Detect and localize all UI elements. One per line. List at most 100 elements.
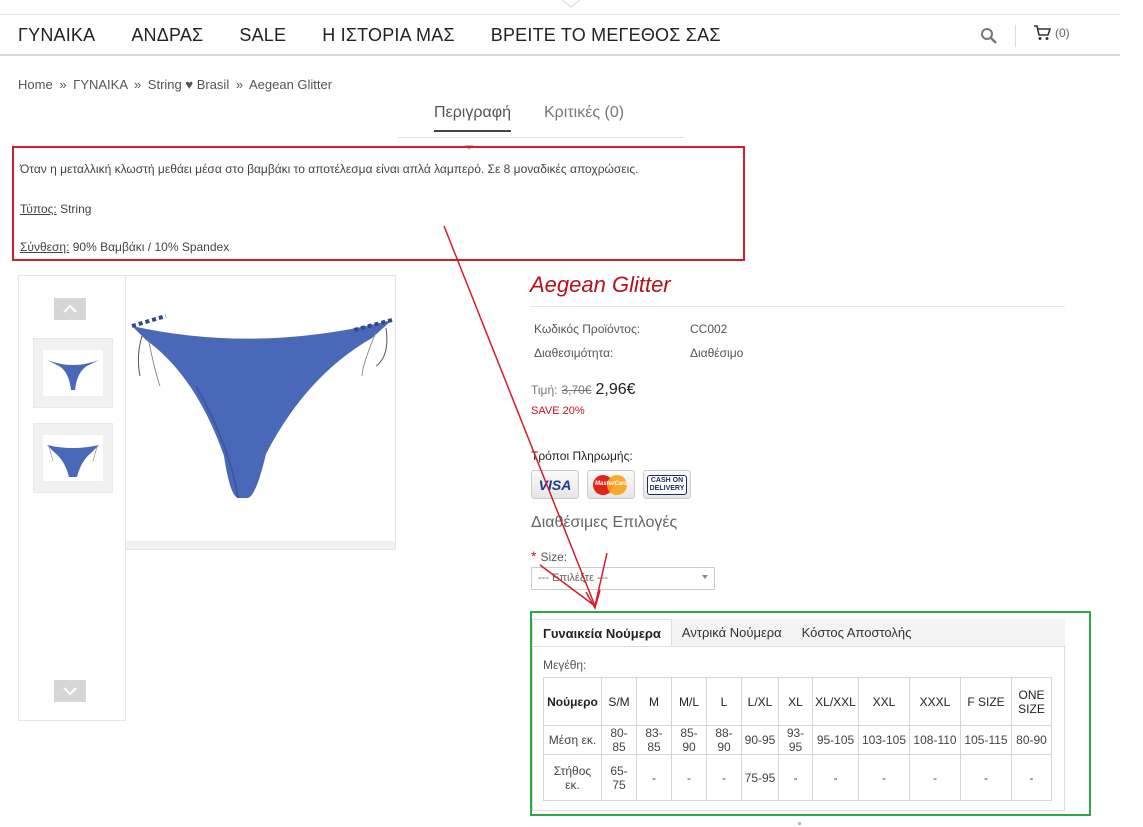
- table-header: L: [706, 677, 742, 726]
- table-cell: Μέση εκ.: [543, 725, 602, 755]
- chevron-up-icon: [63, 305, 77, 313]
- chevron-down-icon: [702, 575, 708, 579]
- table-cell: 80-90: [1011, 725, 1052, 755]
- scroll-dot: [798, 822, 801, 825]
- breadcrumb: Home » ΓΥΝΑΙΚΑ » String ♥ Brasil » Aegea…: [18, 77, 332, 92]
- price-new: 2,96€: [595, 381, 636, 398]
- table-cell: 65-75: [601, 754, 637, 801]
- table-cell: -: [778, 754, 813, 801]
- product-type: Τύπος: String: [20, 202, 91, 216]
- discount-badge: SAVE 20%: [531, 405, 585, 417]
- mastercard-icon: MasterCard: [587, 470, 635, 499]
- table-header: XXL: [858, 677, 910, 726]
- tab-shipping-cost[interactable]: Κόστος Αποστολής: [792, 619, 922, 646]
- required-marker: *: [531, 548, 537, 564]
- available-options-title: Διαθέσιμες Επιλογές: [531, 514, 678, 531]
- table-header: XXXL: [909, 677, 961, 726]
- table-header: ONE SIZE: [1011, 677, 1052, 726]
- table-cell: 80-85: [601, 725, 637, 755]
- composition-label: Σύνθεση:: [20, 240, 70, 254]
- product-composition: Σύνθεση: 90% Βαμβάκι / 10% Spandex: [20, 240, 229, 254]
- product-thumbnail[interactable]: [33, 338, 113, 408]
- nav-women[interactable]: ΓΥΝΑΙΚΑ: [18, 25, 95, 46]
- thumbnail-image: [43, 435, 103, 481]
- availability-value: Διαθέσιμο: [690, 346, 744, 360]
- chevron-down-icon: [63, 687, 77, 695]
- product-type-value: String: [56, 202, 92, 216]
- thumbnail-gallery: [18, 275, 126, 721]
- product-title: Aegean Glitter: [530, 272, 671, 297]
- payment-methods: VISA MasterCard CASH ON DELIVERY: [531, 470, 699, 499]
- table-header: L/XL: [741, 677, 779, 726]
- tab-reviews[interactable]: Κριτικές (0): [544, 104, 624, 122]
- price-label: Τιμή:: [531, 383, 558, 397]
- table-cell: -: [671, 754, 707, 801]
- size-select[interactable]: --- Επιλέξτε ---: [531, 567, 715, 590]
- arrow-head-icon: [585, 589, 601, 610]
- tab-women-sizes[interactable]: Γυναικεία Νούμερα: [532, 619, 672, 646]
- table-cell: -: [706, 754, 742, 801]
- table-header-row: Νούμερο S/M M M/L L L/XL XL XL/XXL XXL X…: [543, 677, 1052, 726]
- cod-line-1: CASH ON: [650, 476, 684, 484]
- table-cell: 75-95: [741, 754, 779, 801]
- visa-text: VISA: [538, 476, 572, 493]
- cod-line-2: DELIVERY: [649, 484, 685, 492]
- top-navigation: ΓΥΝΑΙΚΑ ΑΝΔΡΑΣ SALE Η ΙΣΤΟΡΙΑ ΜΑΣ ΒΡΕΙΤΕ…: [0, 14, 1120, 56]
- thumbnail-scroll-down-button[interactable]: [54, 680, 86, 702]
- price: Τιμή: 3,70€ 2,96€: [531, 381, 636, 399]
- table-cell: 90-95: [741, 725, 779, 755]
- table-cell: -: [636, 754, 672, 801]
- cart-count: (0): [1055, 26, 1070, 40]
- breadcrumb-home[interactable]: Home: [18, 77, 53, 92]
- logo-mark-icon: [561, 0, 581, 8]
- breadcrumb-category[interactable]: String ♥ Brasil: [148, 77, 229, 92]
- nav-our-story[interactable]: Η ΙΣΤΟΡΙΑ ΜΑΣ: [322, 25, 455, 46]
- search-icon[interactable]: [980, 27, 998, 45]
- product-photo: [131, 314, 393, 499]
- availability-label: Διαθεσιμότητα:: [534, 346, 614, 360]
- size-chart-content: Μεγέθη: Νούμερο S/M M M/L L L/XL XL XL/X…: [532, 647, 1065, 811]
- main-nav: ΓΥΝΑΙΚΑ ΑΝΔΡΑΣ SALE Η ΙΣΤΟΡΙΑ ΜΑΣ ΒΡΕΙΤΕ…: [18, 25, 757, 46]
- breadcrumb-current[interactable]: Aegean Glitter: [249, 77, 332, 92]
- nav-divider: [1015, 25, 1016, 47]
- cart-icon: [1034, 25, 1051, 40]
- visa-icon: VISA: [531, 470, 579, 499]
- nav-find-your-size[interactable]: ΒΡΕΙΤΕ ΤΟ ΜΕΓΕΘΟΣ ΣΑΣ: [491, 25, 721, 46]
- table-cell: -: [858, 754, 910, 801]
- table-header: S/M: [601, 677, 637, 726]
- image-footer-strip: [126, 541, 395, 549]
- product-code-label: Κωδικός Προϊόντος:: [534, 322, 641, 336]
- description-panel: Όταν η μεταλλική κλωστή μεθάει μέσα στο …: [12, 146, 745, 261]
- table-row: Μέση εκ. 80-85 83-85 85-90 88-90 90-95 9…: [543, 725, 1052, 755]
- mastercard-text: MasterCard: [595, 480, 629, 487]
- table-cell: 85-90: [671, 725, 707, 755]
- size-table: Νούμερο S/M M M/L L L/XL XL XL/XXL XXL X…: [543, 677, 1052, 801]
- cart-button[interactable]: (0): [1033, 25, 1070, 41]
- main-product-image[interactable]: [125, 275, 396, 550]
- tab-men-sizes[interactable]: Αντρικά Νούμερα: [672, 619, 792, 646]
- size-label: * Size:: [531, 548, 567, 564]
- table-header: M: [636, 677, 672, 726]
- sizes-title: Μεγέθη:: [543, 658, 587, 672]
- table-header: M/L: [671, 677, 707, 726]
- table-header: XL/XXL: [812, 677, 859, 726]
- cash-on-delivery-logo: CASH ON DELIVERY: [646, 474, 688, 495]
- nav-sale[interactable]: SALE: [239, 25, 286, 46]
- table-cell: 93-95: [778, 725, 813, 755]
- table-cell: 88-90: [706, 725, 742, 755]
- mastercard-logo: MasterCard: [593, 474, 629, 495]
- size-chart-panel: Γυναικεία Νούμερα Αντρικά Νούμερα Κόστος…: [530, 611, 1091, 816]
- table-header: XL: [778, 677, 813, 726]
- tab-description[interactable]: Περιγραφή: [434, 104, 511, 132]
- product-thumbnail[interactable]: [33, 423, 113, 493]
- table-cell: -: [909, 754, 961, 801]
- price-old: 3,70€: [561, 383, 592, 397]
- thumbnail-scroll-up-button[interactable]: [54, 298, 86, 320]
- breadcrumb-separator: »: [235, 77, 244, 92]
- table-header: F SIZE: [960, 677, 1012, 726]
- breadcrumb-women[interactable]: ΓΥΝΑΙΚΑ: [73, 77, 127, 92]
- nav-men[interactable]: ΑΝΔΡΑΣ: [131, 25, 203, 46]
- product-code-value: CC002: [690, 322, 728, 336]
- cash-on-delivery-icon: CASH ON DELIVERY: [643, 470, 691, 499]
- breadcrumb-separator: »: [133, 77, 142, 92]
